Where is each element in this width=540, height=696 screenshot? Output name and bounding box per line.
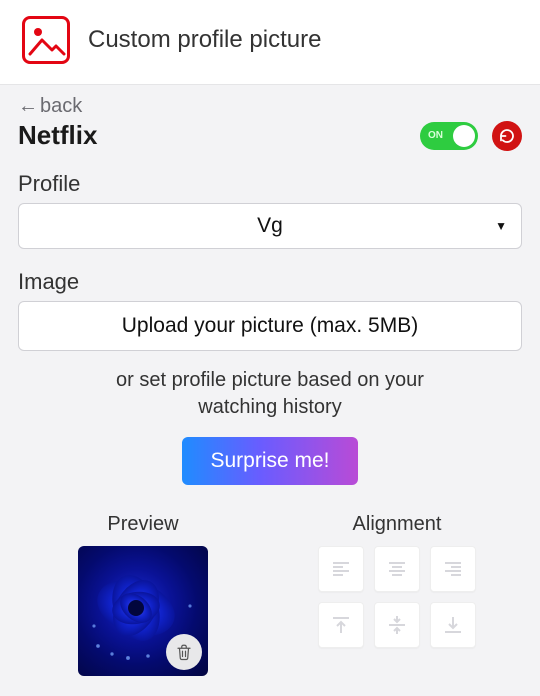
align-middle-icon — [385, 613, 409, 637]
page-body: ← back Netflix ON Profile Vg ▼ Image Upl… — [0, 84, 540, 696]
site-name: Netflix — [18, 120, 97, 151]
refresh-icon — [498, 127, 516, 145]
delete-preview-button[interactable] — [166, 634, 202, 670]
preview-column: Preview — [36, 513, 250, 676]
app-title: Custom profile picture — [88, 26, 321, 54]
helper-text-line2: watching history — [198, 396, 341, 418]
enable-toggle[interactable]: ON — [420, 122, 478, 150]
arrow-left-icon: ← — [18, 95, 38, 118]
alignment-column: Alignment — [290, 513, 504, 676]
align-bottom-icon — [441, 613, 465, 637]
app-header: Custom profile picture — [0, 0, 540, 84]
image-icon — [26, 20, 66, 60]
preview-label: Preview — [107, 513, 178, 536]
top-right: ON — [420, 121, 522, 151]
helper-text-line1: or set profile picture based on your — [116, 369, 424, 391]
align-center-button[interactable] — [374, 546, 420, 592]
profile-select[interactable]: Vg ▼ — [18, 203, 522, 249]
app-logo — [22, 16, 70, 64]
chevron-down-icon: ▼ — [495, 219, 507, 233]
refresh-button[interactable] — [492, 121, 522, 151]
align-right-icon — [441, 557, 465, 581]
preview-image — [78, 546, 208, 676]
trash-icon — [175, 643, 193, 661]
surprise-button-label: Surprise me! — [210, 449, 329, 472]
profile-label: Profile — [18, 171, 522, 197]
align-top-icon — [329, 613, 353, 637]
helper-text: or set profile picture based on your wat… — [18, 367, 522, 421]
profile-selected-value: Vg — [257, 214, 283, 238]
toggle-knob — [453, 125, 475, 147]
align-bottom-button[interactable] — [430, 602, 476, 648]
align-right-button[interactable] — [430, 546, 476, 592]
preview-alignment-row: Preview — [18, 513, 522, 676]
image-label: Image — [18, 269, 522, 295]
surprise-wrap: Surprise me! — [18, 437, 522, 485]
alignment-label: Alignment — [353, 513, 442, 536]
align-left-button[interactable] — [318, 546, 364, 592]
alignment-grid — [318, 546, 476, 648]
upload-button[interactable]: Upload your picture (max. 5MB) — [18, 301, 522, 351]
back-button[interactable]: ← back — [18, 95, 82, 118]
back-label: back — [40, 95, 82, 118]
topbar: Netflix ON — [18, 120, 522, 151]
upload-button-label: Upload your picture (max. 5MB) — [122, 314, 418, 338]
align-top-button[interactable] — [318, 602, 364, 648]
align-left-icon — [329, 557, 353, 581]
surprise-button[interactable]: Surprise me! — [182, 437, 357, 485]
align-center-icon — [385, 557, 409, 581]
align-middle-button[interactable] — [374, 602, 420, 648]
toggle-on-label: ON — [428, 130, 443, 141]
